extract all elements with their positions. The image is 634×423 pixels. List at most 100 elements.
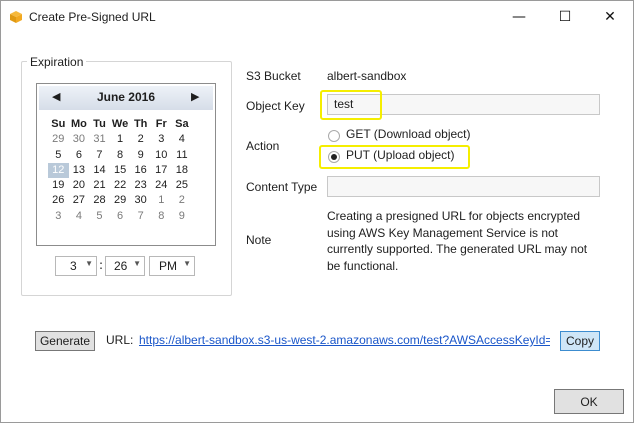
weekday-label: Sa [175, 118, 189, 130]
ampm-picker[interactable]: PM ▼ [149, 256, 195, 276]
window-title: Create Pre-Signed URL [29, 10, 156, 24]
time-separator: : [99, 258, 104, 272]
weekday-label: Tu [93, 118, 106, 130]
calendar-day[interactable]: 27 [69, 193, 90, 208]
generate-button-label: Generate [39, 334, 91, 348]
s3-bucket-label: S3 Bucket [246, 69, 301, 83]
calendar-day[interactable]: 7 [130, 209, 151, 224]
ok-button[interactable]: OK [554, 389, 624, 414]
note-label: Note [246, 233, 272, 247]
calendar-day[interactable]: 24 [151, 178, 172, 193]
hour-value: 3 [70, 259, 77, 273]
calendar-day[interactable]: 20 [69, 178, 90, 193]
url-label: URL: [106, 333, 134, 347]
calendar-day[interactable]: 5 [89, 209, 110, 224]
action-label: Action [246, 139, 280, 153]
calendar-day[interactable]: 30 [69, 132, 90, 147]
calendar-day[interactable]: 3 [151, 132, 172, 147]
calendar-day[interactable]: 1 [110, 132, 131, 147]
calendar-day[interactable]: 9 [130, 148, 151, 163]
calendar-day[interactable]: 6 [110, 209, 131, 224]
minute-picker[interactable]: 26 ▼ [105, 256, 145, 276]
calendar-day[interactable]: 17 [151, 163, 172, 178]
calendar-day[interactable]: 8 [110, 148, 131, 163]
calendar-day[interactable]: 30 [130, 193, 151, 208]
title-bar: Create Pre-Signed URL — ☐ ✕ [1, 1, 633, 33]
chevron-down-icon: ▼ [133, 259, 141, 268]
content-type-input[interactable] [327, 176, 600, 197]
get-radio[interactable] [328, 130, 340, 142]
calendar-day[interactable]: 6 [69, 148, 90, 163]
calendar-header: ◀ June 2016 ▶ [39, 86, 213, 110]
calendar-day[interactable]: 4 [172, 132, 193, 147]
calendar-week-row: 5 6 7 8 9 10 11 [48, 148, 213, 163]
s3-bucket-value: albert-sandbox [327, 69, 407, 83]
calendar-day[interactable]: 28 [89, 193, 110, 208]
calendar-day[interactable]: 14 [89, 163, 110, 178]
weekday-label: Mo [70, 118, 87, 130]
copy-button[interactable]: Copy [560, 331, 600, 351]
object-key-highlight [320, 90, 382, 120]
weekday-label: Th [133, 118, 148, 130]
calendar-day[interactable]: 23 [130, 178, 151, 193]
calendar-week-row: 29 30 31 1 2 3 4 [48, 132, 213, 147]
calendar-day[interactable]: 2 [130, 132, 151, 147]
weekday-label: We [111, 118, 129, 130]
calendar-day[interactable]: 29 [48, 132, 69, 147]
calendar-day[interactable]: 5 [48, 148, 69, 163]
weekday-label: Fr [155, 118, 167, 130]
box-icon [9, 10, 23, 24]
calendar-day[interactable]: 19 [48, 178, 69, 193]
calendar-day[interactable]: 9 [172, 209, 193, 224]
calendar-day[interactable]: 15 [110, 163, 131, 178]
calendar-day[interactable]: 12 [48, 162, 69, 179]
calendar-grid: Su Mo Tu We Th Fr Sa 29 30 31 1 2 3 4 5 6 7 8 9 10 11 12 13 14 1… [48, 117, 213, 224]
weekday-label: Su [51, 118, 66, 130]
calendar-day[interactable]: 18 [172, 163, 193, 178]
calendar-day[interactable]: 8 [151, 209, 172, 224]
calendar-day[interactable]: 11 [172, 148, 193, 163]
chevron-down-icon: ▼ [183, 259, 191, 268]
calendar-day[interactable]: 29 [110, 193, 131, 208]
note-text: Creating a presigned URL for objects enc… [327, 209, 588, 273]
chevron-down-icon: ▼ [85, 259, 93, 268]
calendar-day[interactable]: 13 [69, 163, 90, 178]
calendar-day[interactable]: 4 [69, 209, 90, 224]
weekday-header-row: Su Mo Tu We Th Fr Sa [48, 117, 213, 132]
next-month-icon[interactable]: ▶ [191, 90, 199, 103]
calendar-day[interactable]: 16 [130, 163, 151, 178]
calendar-day[interactable]: 1 [151, 193, 172, 208]
put-highlight [319, 145, 470, 169]
ampm-value: PM [159, 259, 177, 273]
expiration-label: Expiration [27, 55, 87, 69]
maximize-button[interactable]: ☐ [542, 1, 588, 33]
calendar-day[interactable]: 10 [151, 148, 172, 163]
calendar-month-label[interactable]: June 2016 [39, 90, 213, 104]
minimize-icon: — [512, 9, 526, 25]
calendar-week-row: 12 13 14 15 16 17 18 [48, 162, 213, 179]
calendar[interactable]: ◀ June 2016 ▶ Su Mo Tu We Th Fr Sa 29 30 31 1 2 3 4 5 6… [36, 83, 216, 246]
calendar-day[interactable]: 21 [89, 178, 110, 193]
calendar-day[interactable]: 31 [89, 132, 110, 147]
calendar-day[interactable]: 25 [172, 178, 193, 193]
calendar-day[interactable]: 26 [48, 193, 69, 208]
calendar-day[interactable]: 7 [89, 148, 110, 163]
ok-button-label: OK [580, 394, 598, 409]
calendar-day[interactable]: 3 [48, 209, 69, 224]
create-presigned-url-dialog: Create Pre-Signed URL — ☐ ✕ Expiration ◀… [0, 0, 634, 423]
close-button[interactable]: ✕ [587, 1, 633, 33]
close-icon: ✕ [604, 9, 616, 25]
copy-button-label: Copy [565, 334, 594, 348]
generate-button[interactable]: Generate [35, 331, 95, 351]
url-link[interactable]: https://albert-sandbox.s3-us-west-2.amaz… [139, 333, 550, 347]
get-radio-label[interactable]: GET (Download object) [346, 127, 471, 141]
calendar-week-row: 19 20 21 22 23 24 25 [48, 178, 213, 193]
object-key-label: Object Key [246, 99, 305, 113]
calendar-day[interactable]: 2 [172, 193, 193, 208]
minimize-button[interactable]: — [496, 1, 542, 33]
calendar-week-row: 3456789 [48, 209, 213, 224]
calendar-day[interactable]: 22 [110, 178, 131, 193]
calendar-week-row: 26 27 28 29 30 1 2 [48, 193, 213, 208]
hour-picker[interactable]: 3 ▼ [55, 256, 97, 276]
maximize-icon: ☐ [558, 9, 572, 25]
